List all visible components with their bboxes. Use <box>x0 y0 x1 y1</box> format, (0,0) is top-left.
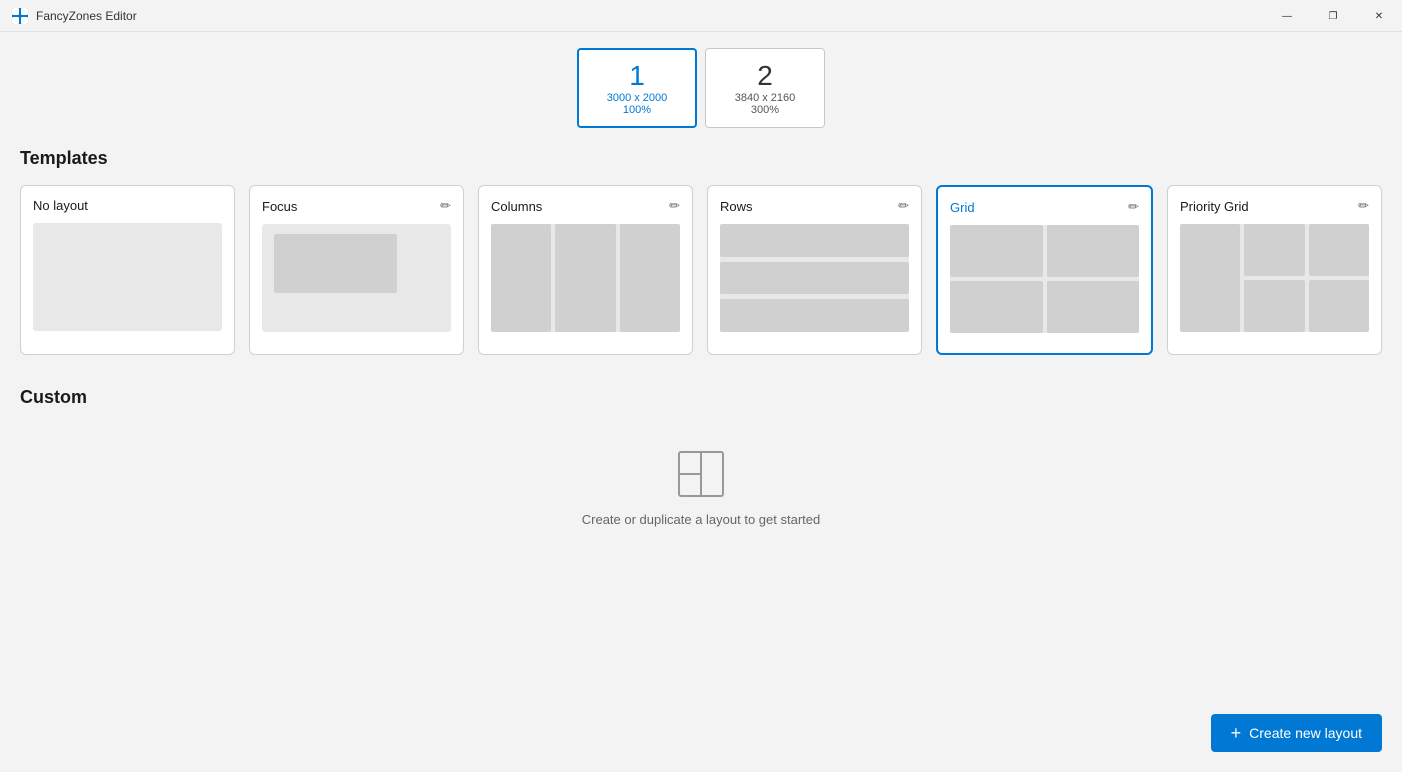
col-2 <box>555 224 615 332</box>
template-priority-grid-preview <box>1180 224 1369 332</box>
create-new-layout-button[interactable]: + Create new layout <box>1211 714 1382 752</box>
rows-preview-box <box>720 224 909 332</box>
app-title: FancyZones Editor <box>36 9 137 23</box>
monitor-1-scale: 100% <box>623 104 651 116</box>
template-columns-preview <box>491 224 680 332</box>
custom-empty-state: Create or duplicate a layout to get star… <box>20 448 1382 527</box>
template-columns[interactable]: Columns ✏ <box>478 185 693 355</box>
row-2 <box>720 262 909 295</box>
template-no-layout-title: No layout <box>33 198 88 213</box>
template-no-layout[interactable]: No layout <box>20 185 235 355</box>
card-header-grid: Grid ✏ <box>950 199 1139 215</box>
templates-row: No layout Focus ✏ Columns ✏ <box>20 185 1382 355</box>
template-rows[interactable]: Rows ✏ <box>707 185 922 355</box>
card-header-no-layout: No layout <box>33 198 222 213</box>
maximize-button[interactable]: ❐ <box>1310 0 1356 32</box>
card-header-priority-grid: Priority Grid ✏ <box>1180 198 1369 214</box>
main-content: Templates No layout Focus ✏ <box>0 148 1402 527</box>
col-3 <box>620 224 680 332</box>
rows-edit-icon[interactable]: ✏ <box>898 198 909 214</box>
priority-grid-preview-box <box>1180 224 1369 332</box>
col-1 <box>491 224 551 332</box>
priority-small-2 <box>1309 224 1369 276</box>
priority-small-4 <box>1309 280 1369 332</box>
template-focus[interactable]: Focus ✏ <box>249 185 464 355</box>
grid-cell-2 <box>1047 225 1140 277</box>
columns-preview-box <box>491 224 680 332</box>
priority-grid-edit-icon[interactable]: ✏ <box>1358 198 1369 214</box>
custom-layout-icon <box>675 448 727 500</box>
template-columns-title: Columns <box>491 199 542 214</box>
monitor-2-scale: 300% <box>751 104 779 116</box>
monitor-selector: 1 3000 x 2000 100% 2 3840 x 2160 300% <box>0 32 1402 148</box>
row-1 <box>720 224 909 257</box>
monitor-2[interactable]: 2 3840 x 2160 300% <box>705 48 825 128</box>
priority-small-3 <box>1244 280 1304 332</box>
monitor-2-resolution: 3840 x 2160 <box>735 92 796 104</box>
templates-section-title: Templates <box>20 148 1382 169</box>
custom-empty-hint: Create or duplicate a layout to get star… <box>582 512 820 527</box>
grid-edit-icon[interactable]: ✏ <box>1128 199 1139 215</box>
focus-preview-box <box>262 224 451 332</box>
template-no-layout-preview <box>33 223 222 331</box>
plus-icon: + <box>1231 724 1242 742</box>
template-grid[interactable]: Grid ✏ <box>936 185 1153 355</box>
monitor-1-resolution: 3000 x 2000 <box>607 92 668 104</box>
monitor-1-number: 1 <box>629 60 645 92</box>
app-icon <box>12 8 28 24</box>
card-header-columns: Columns ✏ <box>491 198 680 214</box>
focus-edit-icon[interactable]: ✏ <box>440 198 451 214</box>
priority-big-zone <box>1180 224 1240 332</box>
template-priority-grid-title: Priority Grid <box>1180 199 1249 214</box>
card-header-rows: Rows ✏ <box>720 198 909 214</box>
grid-cell-1 <box>950 225 1043 277</box>
template-focus-preview <box>262 224 451 332</box>
minimize-button[interactable]: — <box>1264 0 1310 32</box>
monitor-1[interactable]: 1 3000 x 2000 100% <box>577 48 697 128</box>
template-priority-grid[interactable]: Priority Grid ✏ <box>1167 185 1382 355</box>
title-bar: FancyZones Editor — ❐ ✕ <box>0 0 1402 32</box>
row-3 <box>720 299 909 332</box>
monitor-2-number: 2 <box>757 60 773 92</box>
window-controls: — ❐ ✕ <box>1264 0 1402 32</box>
create-button-label: Create new layout <box>1249 725 1362 741</box>
custom-section-title: Custom <box>20 387 1382 408</box>
no-layout-preview-box <box>33 223 222 331</box>
close-button[interactable]: ✕ <box>1356 0 1402 32</box>
template-grid-preview <box>950 225 1139 333</box>
grid-cell-4 <box>1047 281 1140 333</box>
template-grid-title: Grid <box>950 200 975 215</box>
grid-preview-box <box>950 225 1139 333</box>
template-rows-title: Rows <box>720 199 753 214</box>
focus-main-zone <box>274 234 397 293</box>
columns-edit-icon[interactable]: ✏ <box>669 198 680 214</box>
template-focus-title: Focus <box>262 199 297 214</box>
grid-cell-3 <box>950 281 1043 333</box>
card-header-focus: Focus ✏ <box>262 198 451 214</box>
template-rows-preview <box>720 224 909 332</box>
priority-small-1 <box>1244 224 1304 276</box>
